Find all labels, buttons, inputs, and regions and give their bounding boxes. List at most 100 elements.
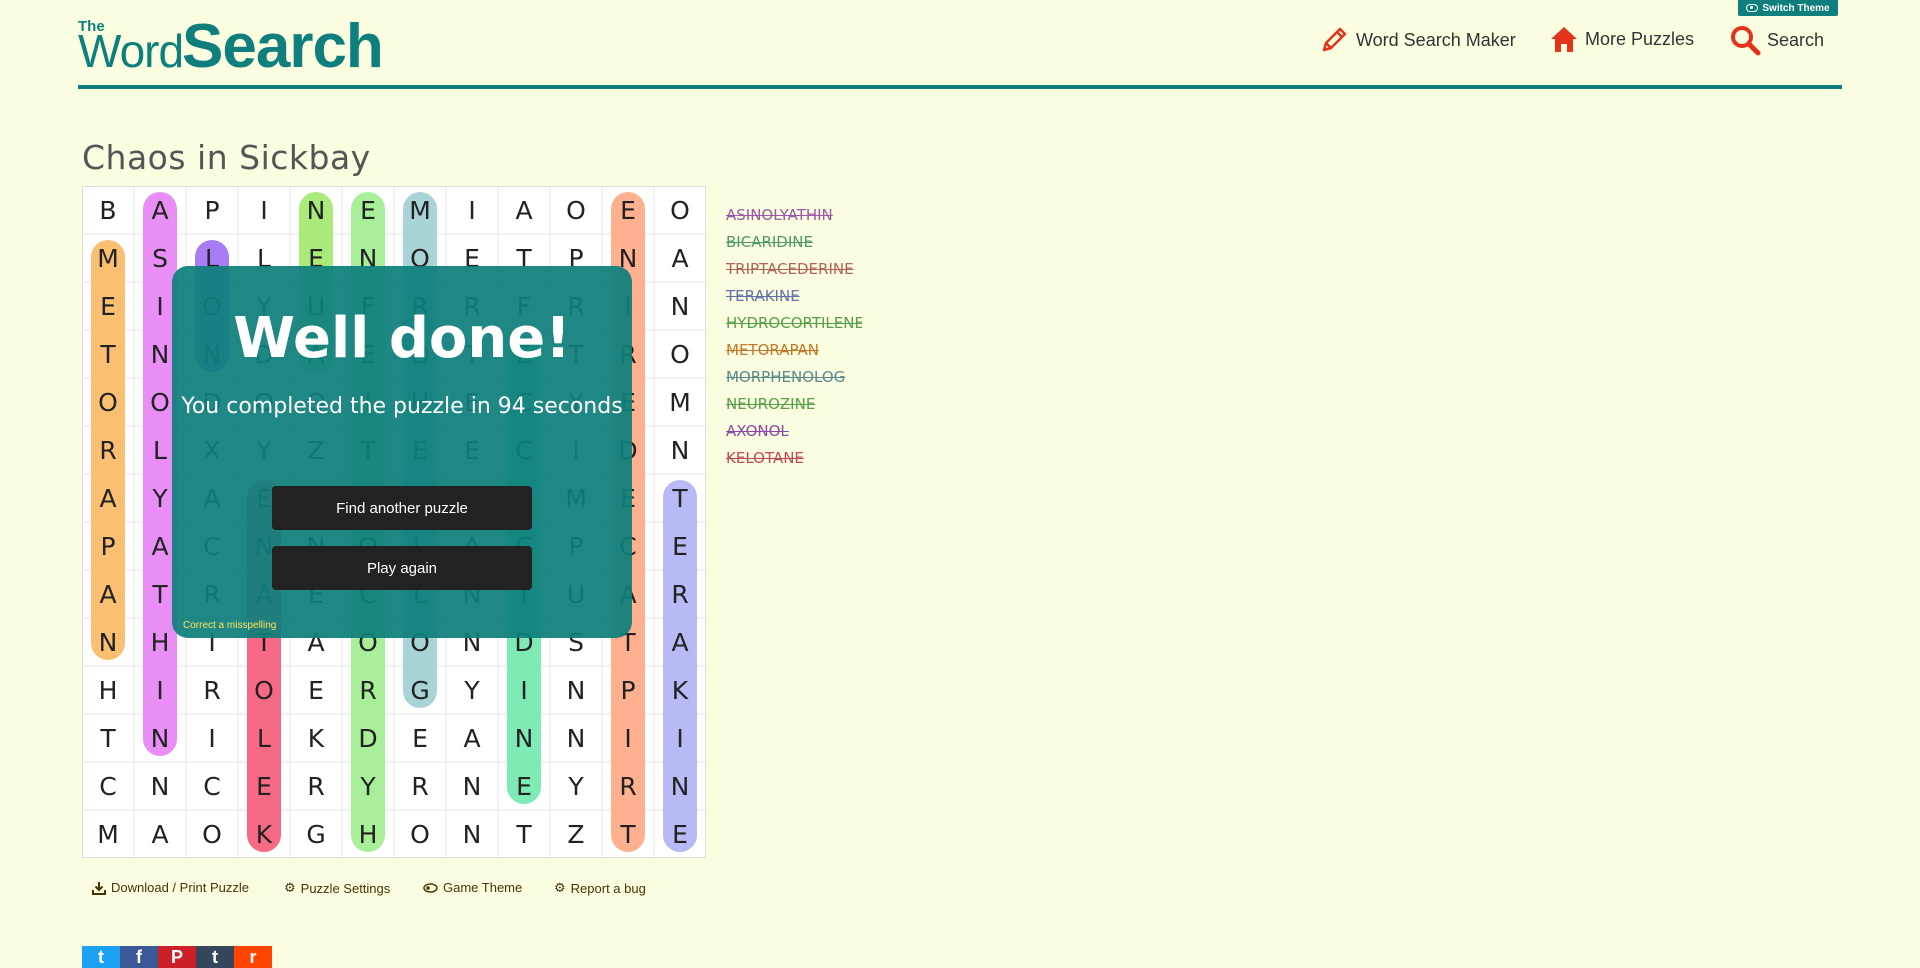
grid-cell[interactable]: I (654, 714, 706, 762)
correct-misspelling-link[interactable]: Correct a misspelling (183, 620, 276, 631)
grid-cell[interactable]: A (134, 810, 186, 858)
grid-cell[interactable]: R (342, 666, 394, 714)
grid-cell[interactable]: E (394, 714, 446, 762)
grid-cell[interactable]: K (290, 714, 342, 762)
grid-cell[interactable]: E (342, 186, 394, 234)
grid-cell[interactable]: O (394, 810, 446, 858)
grid-cell[interactable]: O (238, 666, 290, 714)
grid-cell[interactable]: R (654, 570, 706, 618)
grid-cell[interactable]: T (602, 810, 654, 858)
switch-theme-button[interactable]: Switch Theme (1738, 0, 1838, 16)
grid-cell[interactable]: E (238, 762, 290, 810)
grid-cell[interactable]: R (394, 762, 446, 810)
bug-icon: ⚙ (554, 880, 566, 895)
nav-search[interactable]: Search (1729, 24, 1824, 56)
grid-cell[interactable]: N (654, 426, 706, 474)
grid-cell[interactable]: M (654, 378, 706, 426)
grid-cell[interactable]: N (134, 714, 186, 762)
report-bug-button[interactable]: ⚙ Report a bug (554, 880, 646, 896)
grid-cell[interactable]: N (654, 762, 706, 810)
grid-cell[interactable]: P (82, 522, 134, 570)
grid-cell[interactable]: E (82, 282, 134, 330)
grid-cell[interactable]: E (290, 666, 342, 714)
grid-cell[interactable]: I (186, 714, 238, 762)
grid-cell[interactable]: O (550, 186, 602, 234)
grid-cell[interactable]: N (82, 618, 134, 666)
find-another-puzzle-button[interactable]: Find another puzzle (272, 486, 532, 530)
grid-cell[interactable]: P (186, 186, 238, 234)
grid-cell[interactable]: R (186, 666, 238, 714)
grid-cell[interactable]: I (446, 186, 498, 234)
game-theme-button[interactable]: Game Theme (423, 880, 522, 895)
grid-cell[interactable]: A (134, 186, 186, 234)
grid-cell[interactable]: N (446, 810, 498, 858)
grid-cell[interactable]: N (498, 714, 550, 762)
grid-cell[interactable]: R (82, 426, 134, 474)
grid-cell[interactable]: N (550, 714, 602, 762)
grid-cell[interactable]: Z (550, 810, 602, 858)
pinterest-icon[interactable]: P (158, 946, 196, 968)
play-again-button[interactable]: Play again (272, 546, 532, 590)
puzzle-settings-button[interactable]: ⚙ Puzzle Settings (284, 880, 390, 896)
grid-cell[interactable]: A (82, 570, 134, 618)
grid-cell[interactable]: M (394, 186, 446, 234)
grid-cell[interactable]: O (186, 810, 238, 858)
grid-cell[interactable]: N (654, 282, 706, 330)
grid-cell[interactable]: O (654, 330, 706, 378)
grid-cell[interactable]: A (654, 234, 706, 282)
grid-cell[interactable]: G (290, 810, 342, 858)
grid-cell[interactable]: L (238, 714, 290, 762)
grid-cell[interactable]: B (82, 186, 134, 234)
grid-cell[interactable]: H (342, 810, 394, 858)
grid-cell[interactable]: M (82, 810, 134, 858)
grid-cell[interactable]: A (446, 714, 498, 762)
grid-cell[interactable]: I (602, 714, 654, 762)
word-list-item: NEUROZINE (726, 395, 816, 413)
grid-cell[interactable]: E (654, 810, 706, 858)
grid-cell[interactable]: I (238, 186, 290, 234)
grid-cell[interactable]: Y (446, 666, 498, 714)
facebook-icon[interactable]: f (120, 946, 158, 968)
grid-cell[interactable]: O (654, 186, 706, 234)
grid-cell[interactable]: I (498, 666, 550, 714)
grid-cell[interactable]: R (602, 762, 654, 810)
completion-time-text: You completed the puzzle in 94 seconds (181, 394, 623, 419)
grid-cell[interactable]: T (82, 714, 134, 762)
grid-cell[interactable]: E (654, 522, 706, 570)
puzzle-title: Chaos in Sickbay (82, 138, 371, 177)
grid-cell[interactable]: E (498, 762, 550, 810)
grid-cell[interactable]: A (654, 618, 706, 666)
grid-cell[interactable]: N (134, 762, 186, 810)
grid-cell[interactable]: N (446, 762, 498, 810)
grid-cell[interactable]: K (654, 666, 706, 714)
grid-cell[interactable]: G (394, 666, 446, 714)
search-icon (1731, 26, 1761, 56)
grid-cell[interactable]: K (238, 810, 290, 858)
grid-cell[interactable]: N (290, 186, 342, 234)
grid-cell[interactable]: N (550, 666, 602, 714)
grid-cell[interactable]: Y (550, 762, 602, 810)
grid-cell[interactable]: I (134, 666, 186, 714)
nav-word-search-maker[interactable]: Word Search Maker (1318, 24, 1516, 56)
grid-cell[interactable]: E (602, 186, 654, 234)
grid-cell[interactable]: H (82, 666, 134, 714)
grid-cell[interactable]: A (498, 186, 550, 234)
twitter-icon[interactable]: t (82, 946, 120, 968)
grid-cell[interactable]: C (186, 762, 238, 810)
grid-cell[interactable]: D (342, 714, 394, 762)
grid-cell[interactable]: A (82, 474, 134, 522)
grid-cell[interactable]: R (290, 762, 342, 810)
nav-more-puzzles[interactable]: More Puzzles (1549, 24, 1694, 54)
grid-cell[interactable]: T (654, 474, 706, 522)
grid-cell[interactable]: M (82, 234, 134, 282)
word-list-item: AXONOL (726, 422, 789, 440)
grid-cell[interactable]: P (602, 666, 654, 714)
reddit-icon[interactable]: r (234, 946, 272, 968)
tumblr-icon[interactable]: t (196, 946, 234, 968)
grid-cell[interactable]: O (82, 378, 134, 426)
grid-cell[interactable]: T (498, 810, 550, 858)
grid-cell[interactable]: Y (342, 762, 394, 810)
grid-cell[interactable]: T (82, 330, 134, 378)
grid-cell[interactable]: C (82, 762, 134, 810)
download-print-button[interactable]: Download / Print Puzzle (92, 880, 249, 895)
